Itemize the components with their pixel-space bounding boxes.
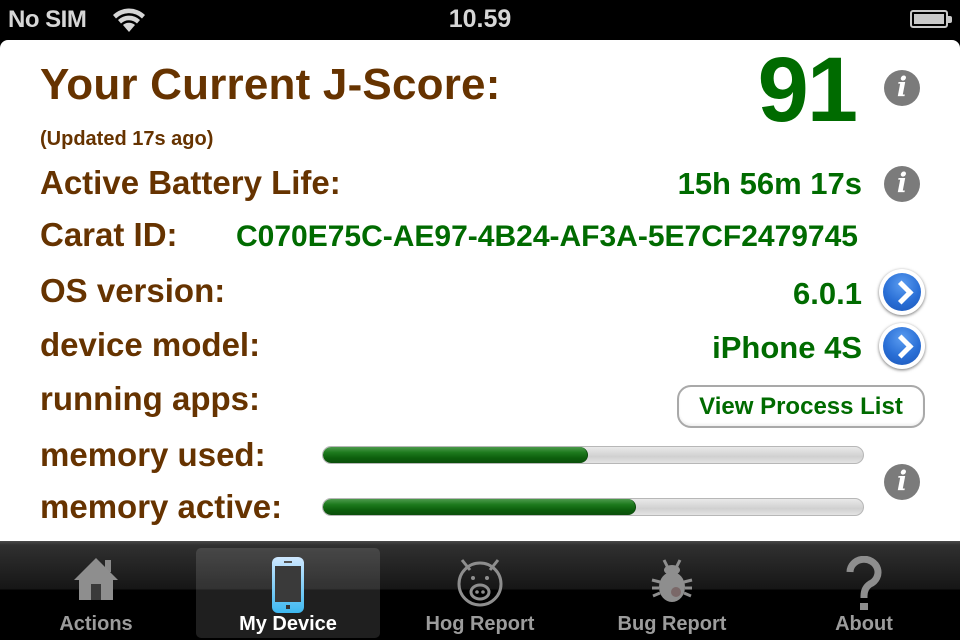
- battery-full-icon: [910, 10, 952, 28]
- device-model-disclosure-button[interactable]: [879, 323, 925, 369]
- tab-about[interactable]: About: [772, 548, 956, 638]
- battery-info-icon[interactable]: i: [884, 166, 920, 202]
- question-mark-icon: [846, 556, 882, 610]
- os-version-value: 6.0.1: [793, 276, 862, 311]
- bug-icon: [651, 559, 693, 602]
- os-version-label: OS version:: [40, 272, 226, 309]
- memory-used-label: memory used:: [40, 436, 266, 473]
- tab-hog-report[interactable]: Hog Report: [388, 548, 572, 638]
- tab-label: Hog Report: [425, 613, 535, 635]
- tab-bar: Actions My Device Hog Report Bug Report …: [0, 541, 960, 640]
- status-bar: No SIM 10.59: [0, 0, 960, 40]
- device-model-label: device model:: [40, 326, 261, 363]
- chevron-right-icon: [883, 273, 921, 311]
- tab-actions[interactable]: Actions: [4, 548, 188, 638]
- chevron-right-icon: [883, 327, 921, 365]
- os-version-disclosure-button[interactable]: [879, 269, 925, 315]
- tab-my-device[interactable]: My Device: [196, 548, 380, 638]
- tab-label: My Device: [239, 613, 337, 635]
- device-model-value: iPhone 4S: [712, 330, 862, 365]
- memory-active-label: memory active:: [40, 488, 283, 525]
- view-process-list-button[interactable]: View Process List: [677, 385, 925, 428]
- running-apps-label: running apps:: [40, 380, 260, 417]
- memory-active-bar: [322, 498, 864, 516]
- pig-icon: [457, 559, 503, 607]
- tab-label: Bug Report: [617, 613, 727, 635]
- memory-info-icon[interactable]: i: [884, 464, 920, 500]
- jscore-info-icon[interactable]: i: [884, 70, 920, 106]
- tab-bug-report[interactable]: Bug Report: [580, 548, 764, 638]
- memory-active-bar-fill: [323, 499, 637, 515]
- jscore-value: 91: [757, 39, 858, 141]
- carat-id-value: C070E75C-AE97-4B24-AF3A-5E7CF2479745: [236, 220, 858, 253]
- jscore-title: Your Current J-Score:: [40, 60, 501, 109]
- memory-used-bar-fill: [323, 447, 588, 463]
- tab-label: About: [835, 613, 893, 635]
- battery-life-value: 15h 56m 17s: [677, 166, 862, 201]
- memory-used-bar: [322, 446, 864, 464]
- carat-id-label: Carat ID:: [40, 216, 178, 253]
- jscore-updated-time: (Updated 17s ago): [40, 128, 214, 150]
- iphone-icon: [272, 557, 304, 613]
- tab-label: Actions: [59, 613, 133, 635]
- house-icon: [74, 558, 118, 600]
- battery-life-label: Active Battery Life:: [40, 164, 341, 201]
- clock: 10.59: [448, 5, 512, 33]
- device-info-panel: Your Current J-Score: (Updated 17s ago) …: [0, 39, 960, 541]
